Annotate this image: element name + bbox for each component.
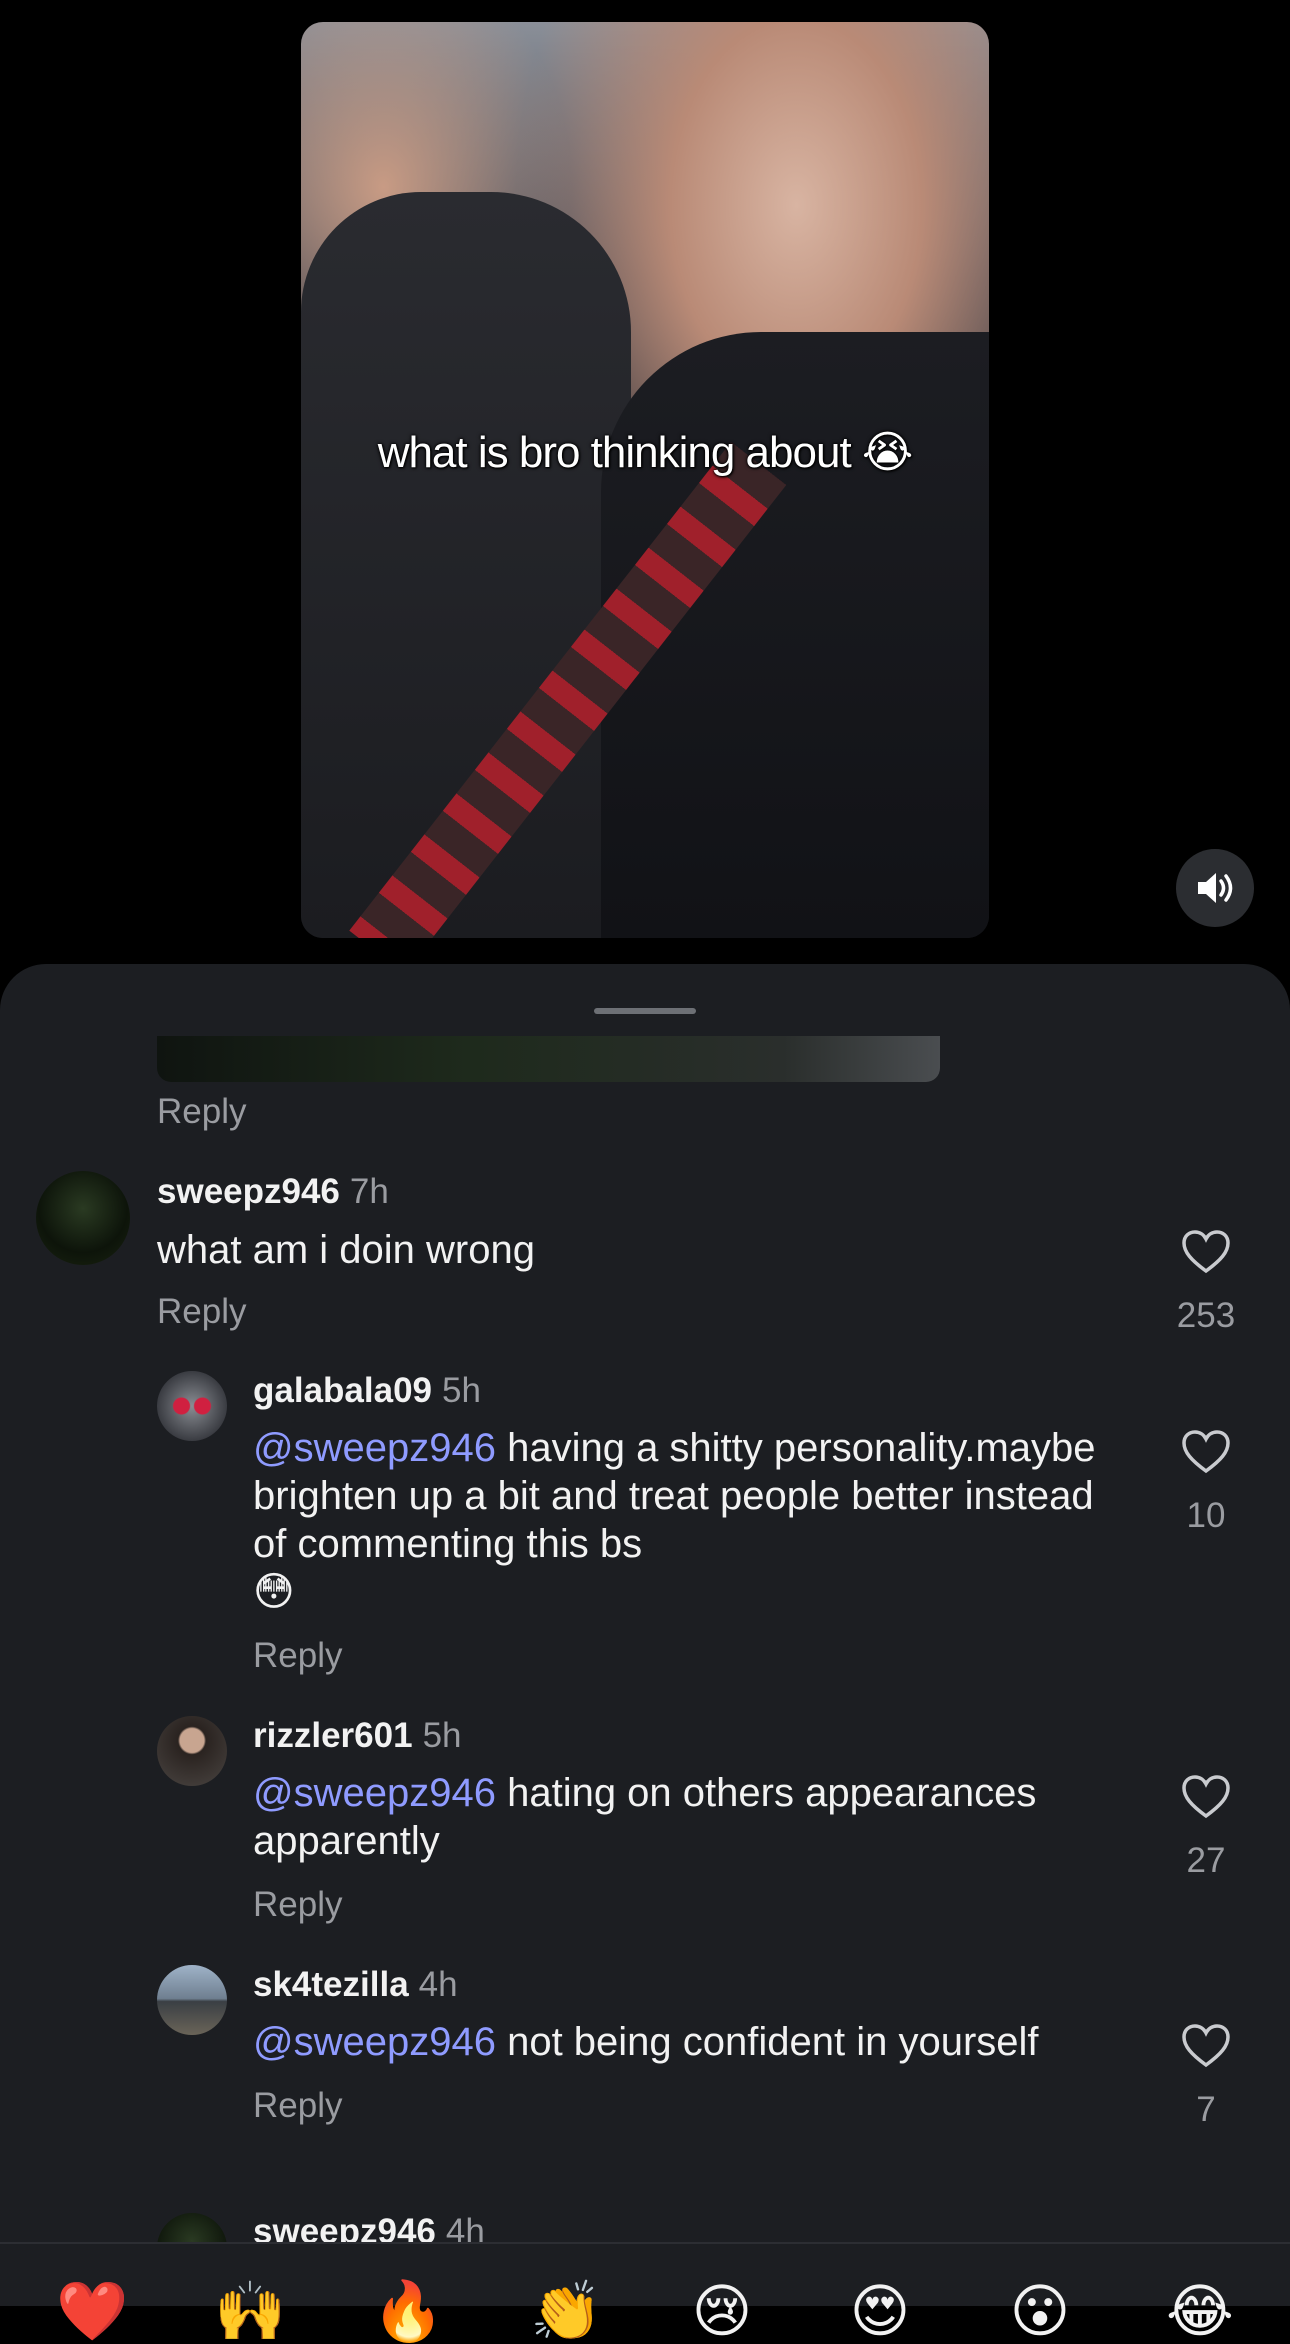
quick-reactions-bar: ❤️ 🙌 🔥 👏 😢 😍 😮 😂 <box>0 2242 1290 2344</box>
heart-icon[interactable] <box>1181 1774 1231 1820</box>
video-player[interactable]: what is bro thinking about 😭 <box>301 22 989 938</box>
reaction-surprised[interactable]: 😮 <box>1008 2280 1072 2344</box>
speaker-icon <box>1198 873 1233 903</box>
reply-text: @sweepz946 hating on others appearances … <box>253 1769 1133 1865</box>
reply-button[interactable]: Reply <box>157 1092 246 1132</box>
reply-header: galabala09 5h <box>253 1371 481 1411</box>
heart-icon[interactable] <box>1181 1229 1231 1275</box>
reply-username[interactable]: galabala09 <box>253 1371 432 1410</box>
reply-text: @sweepz946 not being confident in yourse… <box>253 2018 1133 2066</box>
reaction-crying[interactable]: 😢 <box>690 2280 754 2344</box>
like-count: 253 <box>1176 1296 1236 1335</box>
mention-link[interactable]: @sweepz946 <box>253 2020 496 2064</box>
reply-button[interactable]: Reply <box>253 1636 342 1676</box>
reply-button[interactable]: Reply <box>157 1292 246 1332</box>
like-count: 27 <box>1186 1841 1226 1880</box>
reply-time: 4h <box>418 1965 458 2004</box>
reply-header: rizzler601 5h <box>253 1716 462 1756</box>
reaction-clap[interactable]: 👏 <box>530 2280 602 2344</box>
reply-text-body: not being confident in yourself <box>495 2020 1039 2064</box>
reply-emoji: 😳 <box>253 1570 295 1614</box>
reply-time: 5h <box>422 1716 462 1755</box>
reply-time: 5h <box>442 1371 481 1410</box>
avatar[interactable] <box>36 1171 130 1265</box>
reply-button[interactable]: Reply <box>253 1885 342 1925</box>
avatar[interactable] <box>157 1371 227 1441</box>
reaction-heart[interactable]: ❤️ <box>56 2280 128 2344</box>
sheet-grabber[interactable] <box>594 1008 696 1014</box>
reaction-raised-hands[interactable]: 🙌 <box>214 2280 286 2344</box>
like-count: 7 <box>1196 2090 1216 2129</box>
comment-header: sweepz946 7h <box>157 1172 389 1212</box>
video-caption: what is bro thinking about 😭 <box>377 428 914 477</box>
reaction-fire[interactable]: 🔥 <box>372 2280 444 2344</box>
heart-icon[interactable] <box>1181 1429 1231 1475</box>
reply-username[interactable]: sk4tezilla <box>253 1965 409 2004</box>
heart-icon[interactable] <box>1181 2023 1231 2069</box>
like-count: 10 <box>1186 1496 1226 1535</box>
mention-link[interactable]: @sweepz946 <box>253 1426 496 1470</box>
avatar[interactable] <box>157 1965 227 2035</box>
mention-link[interactable]: @sweepz946 <box>253 1771 496 1815</box>
reply-header: sk4tezilla 4h <box>253 1965 458 2005</box>
comment-media-preview[interactable] <box>157 1036 940 1082</box>
comments-sheet[interactable]: Reply sweepz946 7h what am i doin wrong R… <box>0 964 1290 2304</box>
sound-toggle-button[interactable] <box>1176 849 1254 927</box>
reply-button[interactable]: Reply <box>253 2086 342 2126</box>
comment-text: what am i doin wrong <box>157 1228 535 1272</box>
reply-username[interactable]: rizzler601 <box>253 1716 413 1755</box>
comment-username[interactable]: sweepz946 <box>157 1172 340 1211</box>
reply-text: @sweepz946 having a shitty personality.m… <box>253 1424 1133 1616</box>
reaction-heart-eyes[interactable]: 😍 <box>848 2280 912 2344</box>
reaction-laughing[interactable]: 😂 <box>1166 2280 1234 2344</box>
comment-time: 7h <box>349 1172 389 1211</box>
avatar[interactable] <box>157 1716 227 1786</box>
